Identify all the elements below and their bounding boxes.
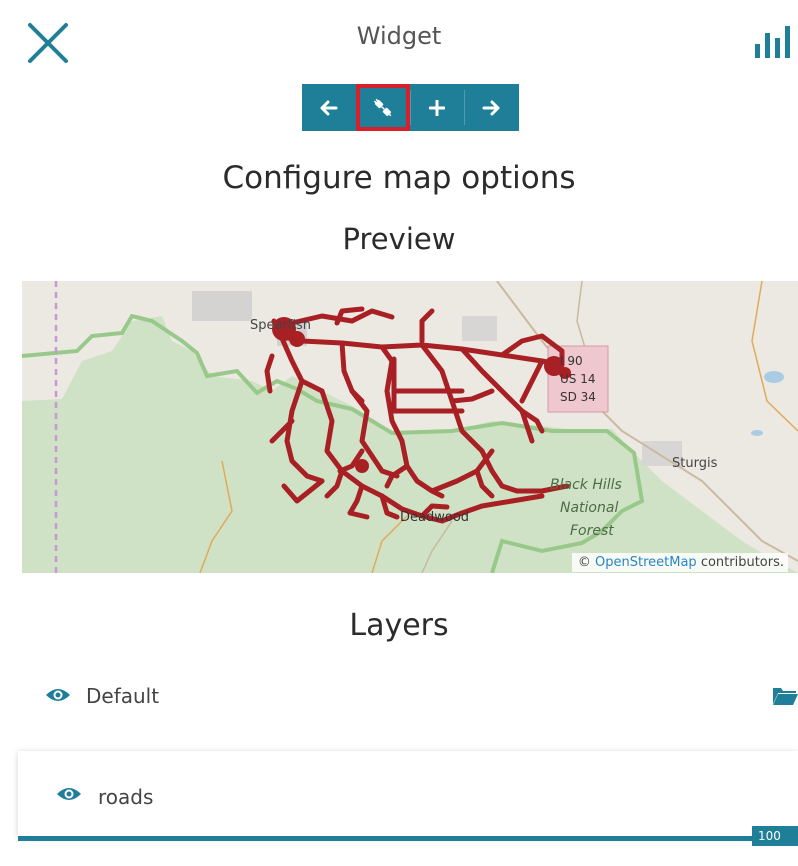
layer-folder-button[interactable] <box>772 684 798 706</box>
arrow-right-icon <box>482 100 500 115</box>
layer-name-roads: roads <box>98 785 154 809</box>
layer-card-roads[interactable]: roads <box>18 751 798 837</box>
map-label-forest-1: Black Hills <box>550 477 622 493</box>
visibility-toggle-roads[interactable] <box>56 785 82 803</box>
layers-heading: Layers <box>349 608 449 643</box>
chart-button[interactable] <box>753 24 793 60</box>
eye-icon <box>46 689 70 701</box>
connect-step-button[interactable] <box>356 84 410 131</box>
map-label-forest-3: Forest <box>570 523 614 539</box>
progress-label: 100 % <box>752 826 798 863</box>
section-heading-configure: Configure map options <box>222 160 576 196</box>
attribution-prefix: © <box>577 555 591 570</box>
plus-icon <box>429 99 445 116</box>
attribution-suffix: contributors. <box>700 555 784 570</box>
map-label-forest-2: National <box>560 500 618 516</box>
page-title: Widget <box>356 22 442 50</box>
map-label-shield-3: SD 34 <box>560 390 596 404</box>
map-canvas: Spearfish Deadwood Sturgis I 90 US 14 SD… <box>22 281 798 573</box>
visibility-toggle-default[interactable] <box>45 686 71 704</box>
map-preview[interactable]: Spearfish Deadwood Sturgis I 90 US 14 SD… <box>22 281 798 573</box>
progress-bar <box>18 836 798 841</box>
plug-icon <box>373 98 392 116</box>
eye-icon <box>57 788 81 800</box>
map-label-deadwood: Deadwood <box>400 510 469 525</box>
progress-fill <box>18 836 798 841</box>
bar-chart-icon <box>755 26 790 58</box>
next-step-button[interactable] <box>464 84 518 131</box>
map-label-sturgis: Sturgis <box>672 456 718 471</box>
add-step-button[interactable] <box>410 84 464 131</box>
map-label-shield-1: I 90 <box>560 354 583 368</box>
layer-name-default: Default <box>86 684 160 708</box>
section-heading-preview: Preview <box>342 222 456 256</box>
previous-step-button[interactable] <box>302 84 356 131</box>
arrow-left-icon <box>320 100 338 115</box>
map-attribution: © OpenStreetMap contributors. <box>571 553 788 572</box>
openstreetmap-link[interactable]: OpenStreetMap <box>595 555 697 570</box>
widget-step-toolbar <box>302 84 519 131</box>
folder-open-icon <box>773 688 798 705</box>
map-label-shield-2: US 14 <box>560 372 595 386</box>
map-label-spearfish: Spearfish <box>250 318 311 333</box>
